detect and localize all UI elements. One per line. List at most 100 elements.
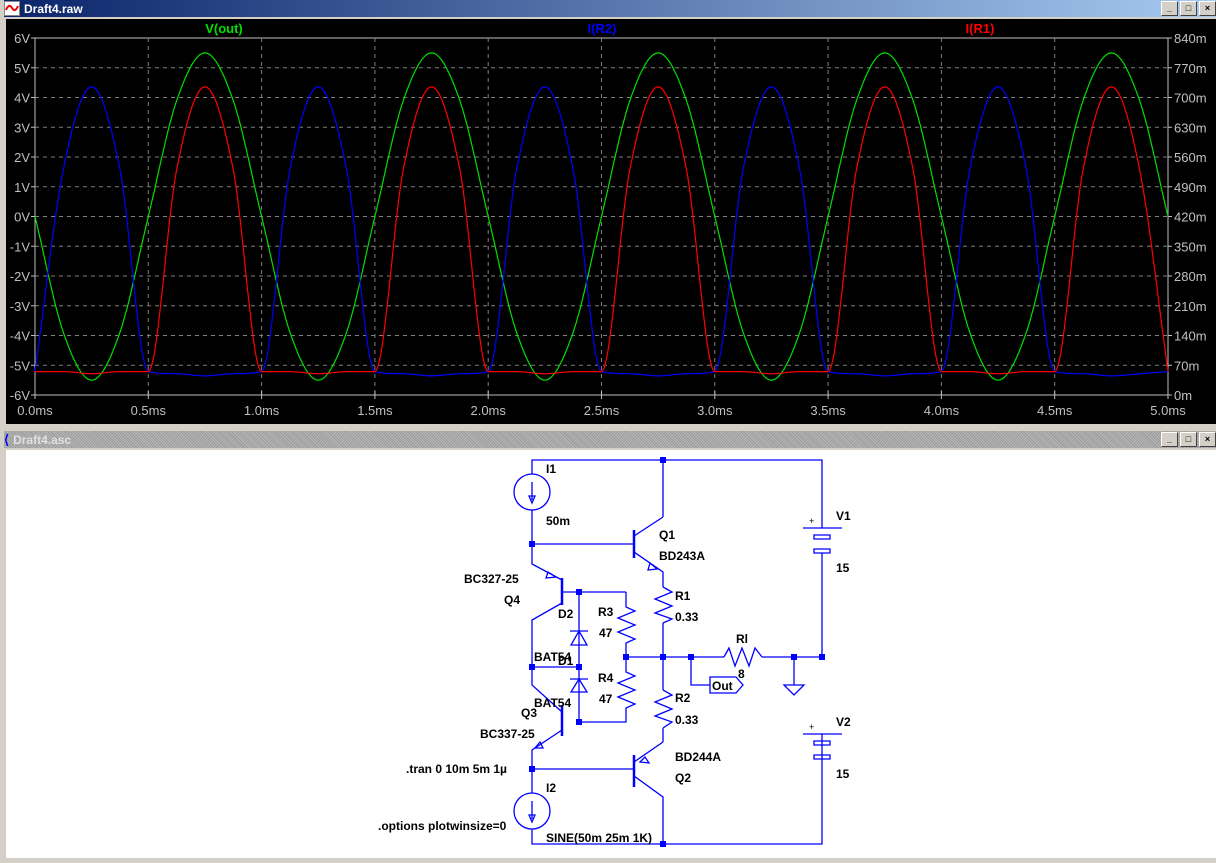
d2-label: D2 [558,607,574,621]
v1-battery [803,527,842,554]
x-tick-label: 2.0ms [470,403,506,418]
q2-emitter [633,741,664,763]
y-left-tick-label: -6V [10,388,31,403]
y-left-tick-label: -2V [10,269,31,284]
v1-label: V1 [836,509,851,523]
options-directive[interactable]: .options plotwinsize=0 [378,819,507,833]
q3-value: BC337-25 [480,727,535,741]
y-left-tick-label: 6V [14,31,30,46]
y-right-tick-label: 0m [1174,388,1192,403]
y-right-tick-label: 700m [1174,91,1207,106]
v1-plus: + [809,516,814,526]
y-left-tick-label: 5V [14,61,30,76]
x-tick-label: 0.5ms [131,403,167,418]
window-title: Draft4.raw [24,1,83,16]
q2-label: Q2 [675,771,691,785]
q1-value: BD243A [659,549,705,563]
rl [723,646,763,668]
r2 [653,689,674,729]
x-tick-label: 5.0ms [1150,403,1186,418]
ground-icon [782,684,806,696]
i2-label: I2 [546,781,556,795]
r4-value: 47 [599,692,613,706]
wire [531,459,823,845]
v2-value: 15 [836,767,850,781]
y-left-tick-label: -3V [10,299,31,314]
x-tick-label: 1.5ms [357,403,393,418]
legend-label[interactable]: I(R1) [966,21,995,36]
y-right-tick-label: 630m [1174,120,1207,135]
schematic-drawing: I1 50m Q1 BD243A BC327-25 Q4 D2 R3 47 R1… [378,457,851,847]
out-net-label: Out [712,679,733,693]
waveform-icon [4,1,20,16]
i1-label: I1 [546,462,556,476]
v1-value: 15 [836,561,850,575]
y-left-tick-label: 1V [14,180,30,195]
close-button[interactable]: × [1199,1,1216,16]
i1-arrow [528,482,536,505]
q2-value: BD244A [675,750,721,764]
y-right-tick-label: 490m [1174,180,1207,195]
y-left-tick-label: 4V [14,91,30,106]
y-left-tick-label: -1V [10,239,31,254]
maximize-button[interactable]: □ [1180,432,1197,447]
y-right-tick-label: 280m [1174,269,1207,284]
x-tick-label: 0.0ms [17,403,53,418]
y-left-tick-label: 0V [14,210,30,225]
plot-window-titlebar[interactable]: Draft4.raw _ □ × [4,0,1216,17]
x-tick-label: 4.0ms [924,403,960,418]
r1-label: R1 [675,589,691,603]
x-tick-label: 2.5ms [584,403,620,418]
y-left-tick-label: 3V [14,120,30,135]
q4-value: BC327-25 [464,572,519,586]
schematic-window-titlebar[interactable]: ⟨ Draft4.asc _ □ × [4,431,1216,448]
v2-label: V2 [836,715,851,729]
i2-value: SINE(50m 25m 1K) [546,831,652,845]
maximize-button[interactable]: □ [1180,1,1197,16]
y-right-tick-label: 210m [1174,299,1207,314]
i1-value: 50m [546,514,570,528]
schematic-canvas[interactable]: I1 50m Q1 BD243A BC327-25 Q4 D2 R3 47 R1… [6,450,1216,858]
i2-arrow [528,801,536,824]
tran-directive[interactable]: .tran 0 10m 5m 1µ [406,762,507,776]
y-right-tick-label: 350m [1174,239,1207,254]
close-button[interactable]: × [1199,432,1216,447]
r4-label: R4 [598,671,614,685]
d1-label: D1 [558,654,574,668]
r2-value: 0.33 [675,713,699,727]
y-left-tick-label: 2V [14,150,30,165]
q4-label: Q4 [504,593,520,607]
x-tick-label: 3.5ms [810,403,846,418]
legend-label[interactable]: V(out) [205,21,243,36]
r3 [616,592,637,657]
r3-label: R3 [598,605,614,619]
minimize-button[interactable]: _ [1161,1,1178,16]
rl-value: 8 [738,667,745,681]
d1-value: BAT54 [534,696,571,710]
minimize-button[interactable]: _ [1161,432,1178,447]
y-right-tick-label: 140m [1174,329,1207,344]
y-right-tick-label: 560m [1174,150,1207,165]
x-tick-label: 4.5ms [1037,403,1073,418]
window-title: Draft4.asc [13,432,72,447]
q3-label: Q3 [521,706,537,720]
q1-label: Q1 [659,528,675,542]
junctions [529,457,825,847]
r4 [579,657,637,723]
y-right-tick-label: 840m [1174,31,1207,46]
q4-arrow [545,571,558,579]
transistor-icon: ⟨ [4,431,10,447]
v2-plus: + [809,722,814,732]
q2-arrow [638,755,651,764]
d1 [569,667,589,722]
waveform-plot[interactable]: 0.0ms 0.5ms 1.0ms 1.5ms 2.0ms 2.5ms 3.0ms 3.5ms… [6,19,1216,424]
y-right-tick-label: 770m [1174,61,1207,76]
legend-label[interactable]: I(R2) [588,21,617,36]
y-left-tick-label: -5V [10,358,31,373]
y-right-tick-label: 420m [1174,210,1207,225]
y-left-tick-label: -4V [10,329,31,344]
y-right-tick-label: 70m [1174,358,1199,373]
rl-label: Rl [736,632,748,646]
r2-label: R2 [675,691,691,705]
r1-value: 0.33 [675,610,699,624]
